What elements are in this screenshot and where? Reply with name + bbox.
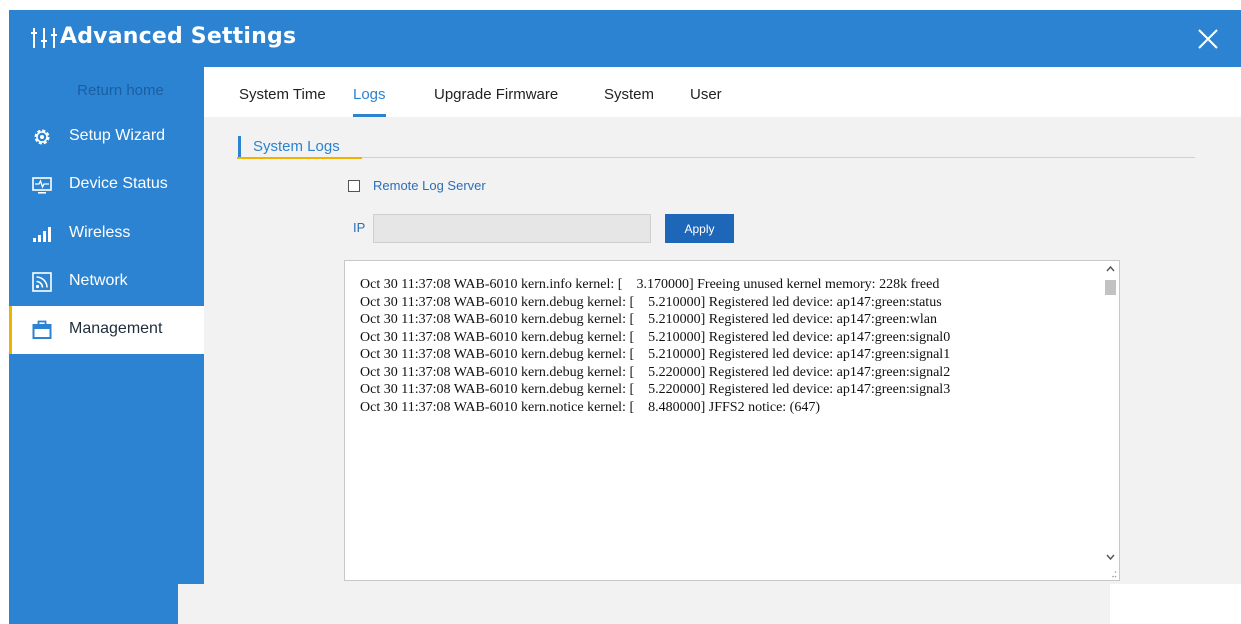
main-content: System Time Logs Upgrade Firmware System… — [204, 67, 1241, 584]
scroll-thumb[interactable] — [1105, 280, 1116, 295]
scroll-up-arrow-icon[interactable] — [1106, 265, 1115, 272]
tab-system[interactable]: System — [604, 86, 654, 117]
tab-logs[interactable]: Logs — [353, 86, 386, 117]
gear-icon — [34, 129, 50, 145]
log-scrollbar[interactable] — [1102, 261, 1119, 580]
scroll-down-arrow-icon[interactable] — [1106, 554, 1115, 561]
briefcase-icon — [32, 320, 52, 339]
sidebar-item-management[interactable]: Management — [9, 306, 204, 354]
sliders-icon — [31, 28, 57, 48]
return-home-link[interactable]: Return home — [9, 67, 204, 113]
tab-user[interactable]: User — [690, 86, 722, 117]
section-divider-accent — [237, 157, 362, 159]
ip-label: IP — [353, 220, 366, 235]
tab-upgrade-firmware[interactable]: Upgrade Firmware — [434, 86, 558, 117]
log-content: Oct 30 11:37:08 WAB-6010 kern.info kerne… — [360, 277, 951, 415]
sidebar-item-label: Management — [69, 320, 163, 337]
signal-bars-icon — [33, 227, 51, 242]
remote-log-checkbox[interactable] — [348, 179, 360, 192]
sidebar-item-label: Wireless — [69, 224, 131, 241]
log-textarea[interactable]: Oct 30 11:37:08 WAB-6010 kern.info kerne… — [344, 260, 1120, 581]
tab-bar: System Time Logs Upgrade Firmware System… — [204, 67, 1241, 117]
sidebar-item-wireless[interactable]: Wireless — [9, 210, 204, 258]
tab-system-time[interactable]: System Time — [239, 86, 326, 117]
sidebar-item-label: Setup Wizard — [69, 127, 166, 144]
sidebar-item-label: Network — [69, 272, 128, 289]
sidebar: Return home Setup Wizard Device Status W… — [9, 67, 204, 584]
content-footer — [178, 584, 1110, 624]
ip-input[interactable] — [373, 214, 651, 243]
apply-button[interactable]: Apply — [665, 214, 734, 243]
sidebar-item-network[interactable]: Network — [9, 258, 204, 306]
sidebar-item-setup-wizard[interactable]: Setup Wizard — [9, 113, 204, 161]
sidebar-item-device-status[interactable]: Device Status — [9, 161, 204, 209]
section-title: System Logs — [238, 136, 340, 158]
title-bar: Advanced Settings — [9, 10, 1241, 67]
monitor-pulse-icon — [32, 177, 52, 194]
remote-log-label: Remote Log Server — [373, 178, 486, 193]
close-icon[interactable] — [1193, 24, 1223, 54]
sidebar-footer — [9, 584, 178, 624]
sidebar-item-label: Device Status — [69, 175, 168, 192]
section-divider — [237, 157, 1195, 158]
app-title: Advanced Settings — [60, 24, 297, 49]
rss-icon — [32, 272, 52, 292]
remote-log-server-option[interactable]: Remote Log Server — [348, 178, 486, 193]
resize-grip-icon[interactable] — [1109, 570, 1117, 578]
